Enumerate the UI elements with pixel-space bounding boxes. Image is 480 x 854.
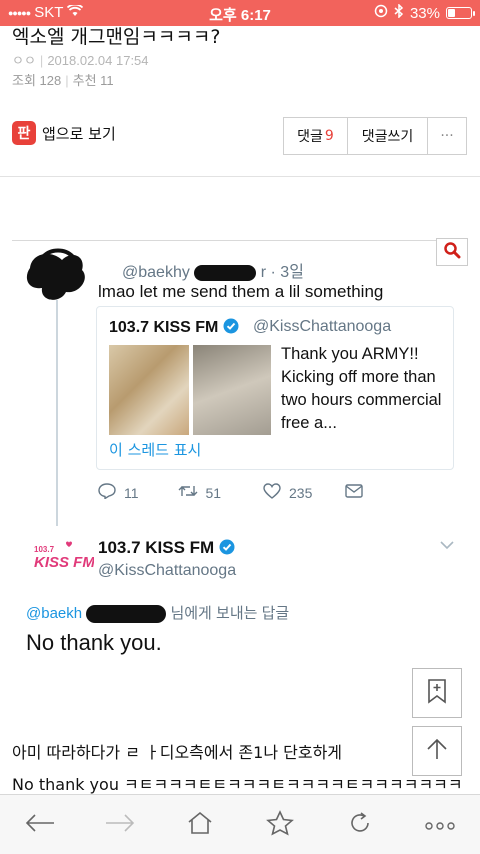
more-icon [425, 815, 455, 834]
reply-action[interactable]: 11 [98, 483, 172, 502]
reply-icon [98, 483, 116, 502]
post-meta: ㅇㅇ | 2018.02.04 17:54 [12, 53, 149, 68]
quote-name-text: 103.7 KISS FM [109, 319, 219, 336]
zoom-button[interactable] [436, 238, 468, 266]
quote-photo-food [109, 345, 189, 435]
kiss-fm-logo: 103.7 KISS FM [34, 541, 94, 571]
forward-button[interactable] [100, 805, 140, 845]
body-line-2: No thank you ㅋㅌㅋㅋㅋㅌㅌㅋㅋㅋㅌㅋㅋㅋㅋㅌㅋㅋㅋㅋㅋㅋㅋ [12, 775, 463, 794]
post-author[interactable]: ㅇㅇ [12, 53, 36, 68]
verified-icon [219, 538, 235, 557]
show-thread-link[interactable]: 이 스레드 표시 [109, 439, 201, 460]
chevron-down-icon[interactable] [440, 538, 454, 554]
reply-count: 11 [124, 484, 139, 501]
dm-icon [344, 484, 363, 501]
tweet-screenshot: @baekhy r · 3일 lmao let me send them a l… [12, 238, 468, 720]
tweet-time: r · 3일 [260, 264, 304, 281]
star-icon [266, 809, 294, 840]
quote-handle: @KissChattanooga [253, 318, 392, 335]
scroll-top-button[interactable] [412, 726, 462, 776]
body-line-1: 아미 따라하다가 ㄹ ㅏ디오측에서 존1나 단호하게 [12, 743, 343, 762]
tweet-handle-text: @baekhy [122, 264, 190, 281]
write-comment-button[interactable]: 댓글쓰기 [348, 118, 428, 154]
kiss-fm-logo-text: KISS FM [34, 554, 94, 571]
back-button[interactable] [20, 805, 60, 845]
bookmark-icon [427, 678, 447, 708]
bluetooth-icon [394, 3, 404, 22]
reload-icon [348, 811, 372, 839]
post-recommends: 추천 11 [72, 73, 114, 88]
search-icon [443, 241, 461, 263]
account-name-text: 103.7 KISS FM [98, 538, 215, 557]
reload-button[interactable] [340, 805, 380, 845]
quote-tweet-card[interactable]: 103.7 KISS FM @KissChattanooga Thank you… [96, 306, 454, 470]
battery-icon [446, 7, 475, 19]
location-icon [374, 4, 388, 22]
quote-text: Thank you ARMY!! Kicking off more than t… [281, 345, 442, 432]
redacted-avatar [26, 248, 85, 300]
redaction-scribble [194, 264, 257, 281]
thread-line [56, 300, 58, 526]
retweet-icon [178, 484, 198, 501]
tweet-top-border [12, 240, 468, 241]
like-action[interactable]: 235 [263, 483, 337, 502]
scroll-top-icon [425, 737, 449, 765]
more-label: ··· [440, 128, 454, 144]
retweet-count: 51 [205, 484, 222, 501]
post-title: 엑소엘 개그맨임ㅋㅋㅋㅋ? [12, 26, 221, 48]
like-icon [263, 483, 281, 502]
dm-action[interactable] [344, 483, 419, 502]
quote-photo-receipt [193, 345, 271, 435]
verified-icon [223, 318, 239, 336]
replying-handle[interactable]: @baekh [26, 605, 82, 622]
write-comment-label: 댓글쓰기 [361, 129, 414, 145]
post-views: 조회 128 [12, 73, 62, 88]
divider [0, 176, 480, 177]
open-app-label: 앱으로 보기 [42, 124, 116, 143]
like-count: 235 [289, 484, 313, 501]
battery-percent: 33% [409, 4, 440, 22]
quote-name: 103.7 KISS FM [109, 318, 239, 337]
replying-suffix: 님에게 보내는 답글 [170, 605, 290, 622]
account-name[interactable]: 103.7 KISS FM [98, 538, 235, 558]
forward-icon [105, 813, 135, 836]
tweet-main-text: No thank you. [26, 630, 162, 655]
account-handle: @KissChattanooga [98, 562, 237, 579]
svg-text:103.7: 103.7 [34, 545, 55, 554]
home-icon [187, 811, 213, 839]
tweet-text: lmao let me send them a lil something [98, 282, 384, 301]
tweet-handle[interactable]: @baekhy r · 3일 [122, 258, 304, 282]
home-button[interactable] [180, 805, 220, 845]
tweet-actions: 11 51 235 [98, 483, 418, 502]
status-right: 33% [374, 3, 475, 22]
menu-button[interactable] [420, 805, 460, 845]
favorite-button[interactable] [260, 805, 300, 845]
bookmark-button[interactable] [412, 668, 462, 718]
open-app-link[interactable]: 판 앱으로 보기 [12, 121, 116, 145]
replying-to: @baekh 님에게 보내는 답글 [26, 602, 290, 624]
redaction-scribble-2 [86, 605, 167, 624]
pann-logo-icon: 판 [12, 121, 36, 145]
post-date: 2018.02.04 17:54 [47, 53, 149, 68]
comment-button-group: 댓글 9 댓글쓰기 ··· [283, 117, 467, 155]
comments-label: 댓글 [297, 129, 323, 145]
comments-count: 9 [324, 128, 334, 144]
post-stats: 조회 128 | 추천 11 [12, 73, 114, 88]
retweet-action[interactable]: 51 [178, 483, 252, 502]
more-button[interactable]: ··· [428, 118, 466, 154]
comments-button[interactable]: 댓글 9 [284, 118, 348, 154]
back-icon [25, 813, 55, 836]
browser-toolbar [0, 794, 480, 854]
